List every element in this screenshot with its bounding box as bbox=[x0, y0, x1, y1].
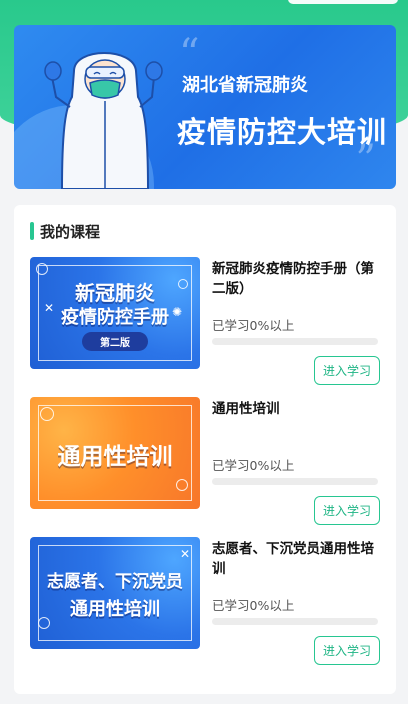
course-title[interactable]: 通用性培训 bbox=[212, 399, 384, 419]
medical-worker-illustration bbox=[44, 52, 163, 189]
course-title[interactable]: 新冠肺炎疫情防控手册（第二版） bbox=[212, 259, 384, 299]
decor-circle bbox=[36, 263, 48, 275]
thumbnail-title-line1: 新冠肺炎 bbox=[75, 281, 155, 305]
thumbnail-title-line2: 通用性培训 bbox=[70, 599, 160, 620]
course-thumbnail[interactable]: ✕ 志愿者、下沉党员 通用性培训 bbox=[30, 537, 200, 649]
course-title[interactable]: 志愿者、下沉党员通用性培训 bbox=[212, 539, 384, 579]
course-thumbnail[interactable]: 通用性培训 bbox=[30, 397, 200, 509]
section-accent-bar bbox=[30, 222, 34, 240]
progress-text: 已学习0%以上 bbox=[212, 318, 295, 333]
edition-badge: 第二版 bbox=[82, 332, 148, 351]
course-item: ✕ 志愿者、下沉党员 通用性培训 志愿者、下沉党员通用性培训 已学习0%以上 进… bbox=[30, 537, 384, 665]
progress-text: 已学习0%以上 bbox=[212, 458, 295, 473]
decor-circle bbox=[40, 407, 54, 421]
my-courses-card: 我的课程 ✕ ✺ 新冠肺炎 疫情防控手册 第二版 新冠肺炎疫情防控手册（第二版）… bbox=[14, 205, 396, 694]
quote-close-icon: ” bbox=[355, 137, 376, 183]
header-pill bbox=[288, 0, 398, 4]
course-thumbnail[interactable]: ✕ ✺ 新冠肺炎 疫情防控手册 第二版 bbox=[30, 257, 200, 369]
enter-study-button[interactable]: 进入学习 bbox=[314, 496, 380, 525]
thumbnail-frame bbox=[38, 545, 192, 641]
thumbnail-title-line2: 疫情防控手册 bbox=[61, 307, 169, 328]
progress-text: 已学习0%以上 bbox=[212, 598, 295, 613]
course-item: ✕ ✺ 新冠肺炎 疫情防控手册 第二版 新冠肺炎疫情防控手册（第二版） 已学习0… bbox=[30, 257, 384, 385]
progress-bar bbox=[212, 478, 378, 485]
enter-study-button[interactable]: 进入学习 bbox=[314, 356, 380, 385]
banner-subtitle: 湖北省新冠肺炎 bbox=[182, 75, 308, 96]
course-item: 通用性培训 通用性培训 已学习0%以上 进入学习 bbox=[30, 397, 384, 525]
thumbnail-title-line1: 志愿者、下沉党员 bbox=[47, 572, 183, 592]
thumbnail-title-line1: 通用性培训 bbox=[57, 444, 173, 470]
progress-bar bbox=[212, 618, 378, 625]
section-header: 我的课程 bbox=[30, 221, 100, 241]
decor-circle bbox=[176, 479, 188, 491]
section-title: 我的课程 bbox=[40, 222, 101, 241]
progress-bar bbox=[212, 338, 378, 345]
sparkle-icon: ✕ bbox=[180, 547, 191, 561]
training-banner[interactable]: “ 湖北省新冠肺炎 疫情防控大培训 ” bbox=[14, 25, 396, 189]
enter-study-button[interactable]: 进入学习 bbox=[314, 636, 380, 665]
